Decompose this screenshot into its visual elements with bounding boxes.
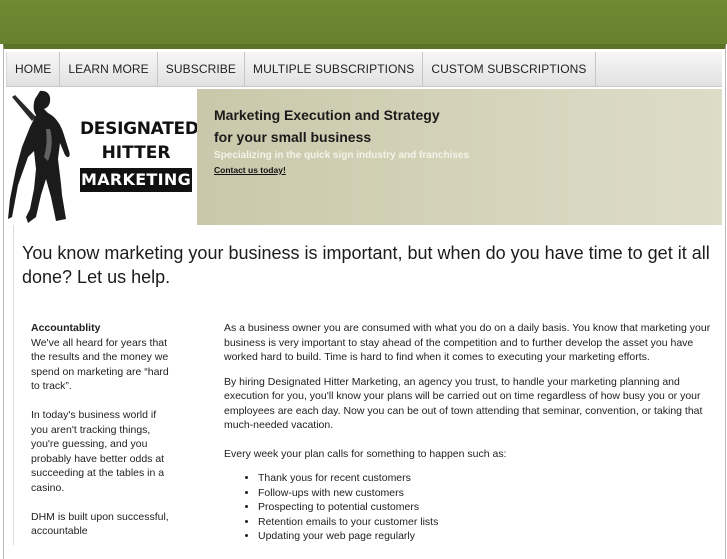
sidebar-paragraph-2: In today's business world if you aren't …	[31, 409, 165, 494]
sidebar-accountability: Accountablity We've all heard for years …	[31, 321, 171, 553]
sidebar-paragraph-1: We've all heard for years that the resul…	[31, 336, 169, 393]
banner-tagline-panel: Marketing Execution and Strategy for you…	[197, 89, 722, 225]
banner-title-line-2: for your small business	[214, 129, 372, 145]
main-paragraph-3: Every week your plan calls for something…	[224, 447, 507, 460]
nav-item-home[interactable]: HOME	[6, 52, 61, 86]
contact-us-link[interactable]: Contact us today!	[214, 165, 286, 175]
sidebar-heading: Accountablity	[31, 322, 101, 334]
top-header-bar	[0, 0, 727, 44]
nav-item-custom-subscriptions[interactable]: CUSTOM SUBSCRIPTIONS	[423, 52, 596, 86]
baseball-player-silhouette-icon	[8, 90, 70, 223]
tasks-list: Thank yous for recent customers Follow-u…	[224, 471, 714, 544]
content-divider	[13, 225, 14, 545]
logo-line-hitter: HITTER	[101, 143, 171, 163]
list-item: Thank yous for recent customers	[258, 471, 714, 486]
nav-item-subscribe[interactable]: SUBSCRIBE	[158, 52, 246, 86]
list-item: Retention emails to your customer lists	[258, 515, 714, 530]
banner-subtitle: Specializing in the quick sign industry …	[214, 150, 470, 161]
list-item: Updating your web page regularly	[258, 529, 714, 544]
main-content: As a business owner you are consumed wit…	[224, 321, 714, 544]
nav-item-learn-more[interactable]: LEARN MORE	[60, 52, 158, 86]
main-paragraph-1: As a business owner you are consumed wit…	[224, 322, 711, 363]
logo-line-designated: DESIGNATED	[80, 119, 199, 139]
main-paragraph-2: By hiring Designated Hitter Marketing, a…	[224, 375, 703, 432]
page-headline: You know marketing your business is impo…	[22, 243, 710, 287]
company-logo[interactable]: DESIGNATED HITTER MARKETING	[6, 89, 199, 225]
banner-title-line-1: Marketing Execution and Strategy	[214, 107, 440, 123]
sidebar-paragraph-3: DHM is built upon successful, accountabl…	[31, 510, 169, 538]
main-navigation: HOME LEARN MORE SUBSCRIBE MULTIPLE SUBSC…	[6, 52, 722, 87]
nav-item-multiple-subscriptions[interactable]: MULTIPLE SUBSCRIPTIONS	[245, 52, 424, 86]
logo-wordmark: DESIGNATED HITTER MARKETING	[80, 117, 199, 192]
list-item: Follow-ups with new customers	[258, 486, 714, 501]
list-item: Prospecting to potential customers	[258, 500, 714, 515]
logo-line-marketing: MARKETING	[80, 168, 192, 192]
banner: DESIGNATED HITTER MARKETING Marketing Ex…	[6, 89, 722, 225]
